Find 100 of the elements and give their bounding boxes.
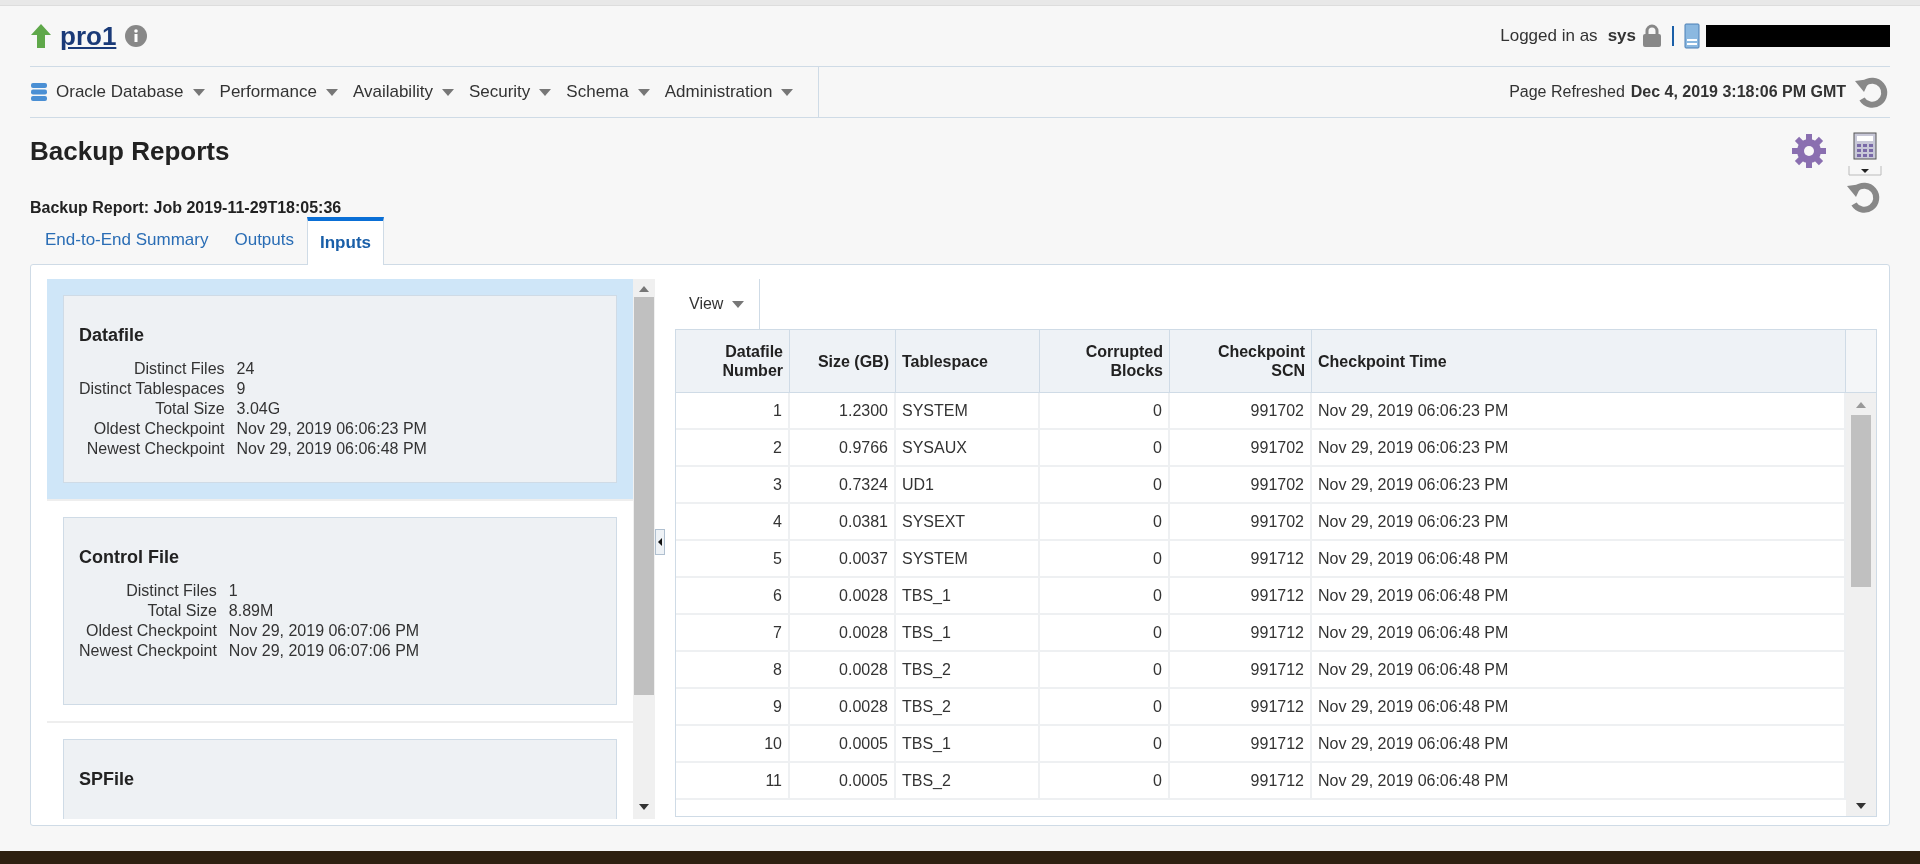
table-cell: 0 [1040, 763, 1170, 798]
scroll-down-arrow-icon[interactable] [1855, 802, 1867, 810]
caret-icon [440, 87, 455, 97]
view-menu[interactable]: View [675, 279, 761, 329]
scroll-down-arrow-icon[interactable] [638, 803, 650, 811]
table-cell: 2 [676, 430, 790, 465]
field-value: 8.89M [228, 601, 275, 621]
table-cell: 9 [676, 689, 790, 724]
menu-item[interactable]: Administration [664, 67, 809, 117]
column-header[interactable]: Checkpoint SCN [1170, 330, 1312, 392]
table-cell: 991702 [1170, 504, 1312, 539]
field-label: Total Size [154, 399, 225, 419]
table-cell: 991712 [1170, 578, 1312, 613]
table-cell: 991712 [1170, 726, 1312, 761]
menu-item[interactable]: Availability [352, 67, 469, 117]
up-arrow-icon [30, 23, 52, 49]
menu-item[interactable]: Oracle Database [30, 67, 220, 117]
table-cell: 991712 [1170, 652, 1312, 687]
caret-icon [636, 87, 651, 97]
table-cell: 0.0028 [790, 652, 896, 687]
table-cell: TBS_1 [896, 578, 1040, 613]
calculator-icon[interactable] [1853, 132, 1877, 160]
table-cell: 0.0028 [790, 689, 896, 724]
collapse-handle-icon[interactable] [655, 529, 665, 555]
table-cell: 0.0005 [790, 763, 896, 798]
refresh-label: Page Refreshed [1509, 82, 1625, 102]
table-cell: SYSEXT [896, 504, 1040, 539]
table-cell: 8 [676, 652, 790, 687]
caret-icon [538, 87, 553, 97]
table-cell: 5 [676, 541, 790, 576]
table-cell: 1.2300 [790, 393, 896, 428]
caret-icon [780, 87, 795, 97]
table-cell: TBS_2 [896, 763, 1040, 798]
info-icon[interactable] [124, 24, 149, 48]
card-title: Datafile [79, 324, 146, 347]
table-cell: 991712 [1170, 541, 1312, 576]
table-cell: 11 [676, 763, 790, 798]
table-cell: SYSAUX [896, 430, 1040, 465]
field-label: Oldest Checkpoint [85, 621, 217, 641]
field-value: 1 [228, 581, 239, 601]
field-label: Distinct Files [132, 359, 225, 379]
field-label: Newest Checkpoint [85, 439, 225, 459]
tab[interactable]: Outputs [221, 216, 307, 264]
tab[interactable]: Inputs [307, 217, 384, 265]
menu-item[interactable]: Schema [566, 67, 665, 117]
target-name-link[interactable]: pro1 [60, 16, 117, 56]
table-cell: 0.0005 [790, 726, 896, 761]
table-cell: 0.0037 [790, 541, 896, 576]
field-label: Distinct Files [125, 581, 217, 601]
table-cell: 0 [1040, 467, 1170, 502]
menu-item[interactable]: Performance [219, 67, 353, 117]
scroll-up-arrow-icon[interactable] [1855, 401, 1867, 409]
report-subtitle: Backup Report: Job 2019-11-29T18:05:36 [30, 198, 342, 218]
table-cell: 991712 [1170, 689, 1312, 724]
table-cell: 0 [1040, 615, 1170, 650]
table-cell: 0 [1040, 689, 1170, 724]
scrollbar[interactable] [633, 279, 655, 819]
field-value: 3.04G [236, 399, 282, 419]
table-cell: 7 [676, 615, 790, 650]
settings-icon[interactable] [1790, 132, 1828, 170]
table-cell: 0 [1040, 726, 1170, 761]
table-cell: 0.0028 [790, 578, 896, 613]
table-cell: 0 [1040, 504, 1170, 539]
table-cell: TBS_1 [896, 615, 1040, 650]
table-cell: 0.0028 [790, 615, 896, 650]
field-value: Nov 29, 2019 06:06:48 PM [236, 439, 428, 459]
table-cell: 0.7324 [790, 467, 896, 502]
table-cell: 4 [676, 504, 790, 539]
table-cell: 991702 [1170, 393, 1312, 428]
table-cell: 10 [676, 726, 790, 761]
page-title: Backup Reports [30, 135, 230, 168]
card-title: SPFile [79, 768, 136, 791]
column-header[interactable]: Datafile Number [676, 330, 790, 392]
card-title: Control File [79, 546, 180, 569]
field-value: Nov 29, 2019 06:07:06 PM [228, 621, 421, 641]
tab[interactable]: End-to-End Summary [32, 216, 222, 264]
table-cell: 0 [1040, 393, 1170, 428]
menu-item[interactable]: Security [468, 67, 567, 117]
table-cell: 0 [1040, 541, 1170, 576]
table-cell: TBS_1 [896, 726, 1040, 761]
column-header[interactable]: Corrupted Blocks [1040, 330, 1170, 392]
table-cell: 991702 [1170, 467, 1312, 502]
table-cell: 991702 [1170, 430, 1312, 465]
field-label: Distinct Tablespaces [79, 379, 225, 399]
table-cell: SYSTEM [896, 393, 1040, 428]
card-row[interactable]: Datafile Distinct Files 24 Distinct Tablespaces 9 Total Size 3.04G Oldest Checkpoint Nov 29, 2019 06:06:23 PM Newest Checkpoint Nov 29, 2019 06:06:48 PM [47, 279, 633, 501]
table-cell: 0 [1040, 578, 1170, 613]
table-cell: 991712 [1170, 763, 1312, 798]
column-header[interactable]: Size (GB) [790, 330, 896, 392]
refresh-icon[interactable] [1854, 75, 1890, 109]
scroll-up-arrow-icon[interactable] [638, 285, 650, 293]
table-cell: TBS_2 [896, 652, 1040, 687]
column-header[interactable]: Tablespace [896, 330, 1040, 392]
table-cell: 0 [1040, 652, 1170, 687]
scrollbar[interactable] [1846, 393, 1876, 816]
field-value: Nov 29, 2019 06:06:23 PM [236, 419, 428, 439]
table-cell: 991712 [1170, 615, 1312, 650]
user-name: sys [1607, 25, 1636, 48]
table-cell: 6 [676, 578, 790, 613]
dropdown-caret-icon[interactable] [1848, 166, 1882, 176]
